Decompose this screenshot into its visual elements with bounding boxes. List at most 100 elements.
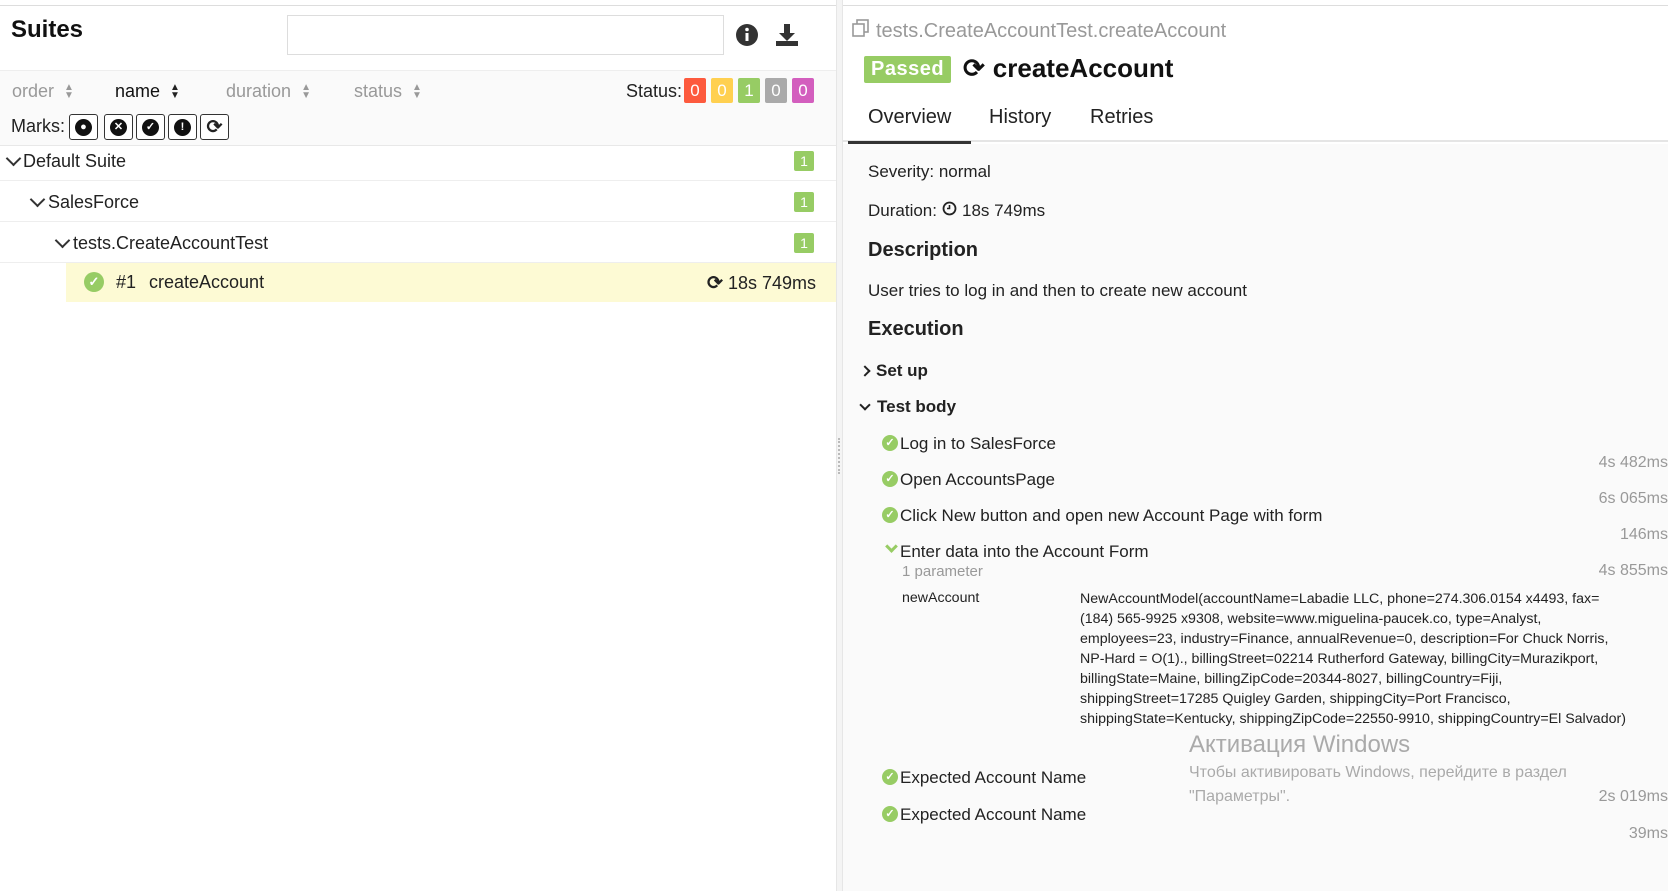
test-details-panel: tests.CreateAccountTest.createAccount Pa… [843, 6, 1668, 891]
mark-retries-toggle[interactable]: ⟳ [200, 114, 229, 140]
mark-new-broken-toggle[interactable]: ! [168, 114, 197, 140]
chevron-down-icon [859, 399, 871, 411]
test-case-row[interactable]: ✓ #1 createAccount ⟳ 18s 749ms [66, 263, 836, 302]
step-name: Expected Account Name [900, 805, 1087, 824]
step-duration: 2s 019ms [1598, 788, 1668, 805]
step-row[interactable]: ✓ Open AccountsPage 6s 065ms [843, 470, 1668, 507]
sort-name[interactable]: name ▲ ▼ [115, 81, 182, 102]
status-broken-toggle[interactable]: 0 [711, 78, 733, 103]
tree-group-salesforce[interactable]: SalesForce 1 [0, 181, 836, 222]
sort-order-label: order [12, 81, 55, 101]
status-passed-toggle[interactable]: 1 [738, 78, 760, 103]
tab-history[interactable]: History [989, 106, 1051, 129]
test-duration: ⟳ 18s 749ms [707, 272, 816, 295]
search-input[interactable] [287, 15, 724, 55]
clock-icon [942, 201, 957, 221]
sort-order[interactable]: order ▲ ▼ [12, 81, 76, 102]
step-name: Expected Account Name [900, 768, 1087, 787]
sort-name-label: name [115, 81, 161, 101]
test-uid-text: tests.CreateAccountTest.createAccount [876, 19, 1227, 42]
tab-overview[interactable]: Overview [847, 106, 972, 144]
check-icon: ✓ [84, 272, 104, 292]
test-title-text: createAccount [992, 53, 1174, 83]
mark-flaky-toggle[interactable]: ● [69, 114, 98, 140]
step-name: Click New button and open new Account Pa… [900, 506, 1323, 525]
status-badge: Passed [864, 56, 952, 83]
test-number: #1 [116, 272, 137, 292]
parameter-count: 1 parameter [902, 563, 983, 580]
bomb-icon: ● [75, 118, 92, 136]
retry-icon: ⟳ [206, 116, 223, 138]
info-icon[interactable] [734, 22, 760, 48]
copy-icon[interactable] [852, 19, 870, 43]
step-name: Open AccountsPage [900, 470, 1056, 489]
sort-toolbar: order ▲ ▼ name ▲ ▼ duration ▲ ▼ status ▲ ▼ S… [0, 70, 836, 146]
sort-arrows-icon: ▲ ▼ [301, 81, 311, 101]
marks-label: Marks: [11, 116, 65, 136]
sort-arrows-icon: ▲ ▼ [170, 81, 180, 101]
detail-tabs: Overview History Retries [843, 98, 1668, 144]
sort-arrows-icon: ▲ ▼ [412, 81, 422, 101]
test-name: createAccount [149, 272, 265, 292]
chevron-right-icon [859, 365, 871, 377]
check-icon: ✓ [882, 806, 898, 822]
sort-status-label: status [354, 81, 403, 101]
testbody-label: Test body [877, 397, 957, 416]
suites-panel: Suites order ▲ ▼ name ▲ ▼ duration ▲ ▼ stat… [0, 6, 836, 891]
severity-text: Severity: normal [868, 162, 991, 181]
mark-new-failed-toggle[interactable]: ✕ [104, 114, 133, 140]
status-failed-toggle[interactable]: 0 [684, 78, 706, 103]
description-heading: Description [868, 239, 979, 261]
chevron-down-icon [54, 232, 71, 249]
setup-toggle[interactable]: Set up [859, 361, 928, 381]
step-row[interactable]: ✓ Click New button and open new Account … [843, 506, 1668, 543]
tree-group-default-suite[interactable]: Default Suite 1 [0, 140, 836, 181]
tab-retries[interactable]: Retries [1090, 106, 1153, 129]
step-name: Log in to SalesForce [900, 434, 1056, 453]
check-icon: ✓ [882, 435, 898, 451]
check-icon: ✓ [882, 769, 898, 785]
mark-new-passed-toggle[interactable]: ✓ [136, 114, 165, 140]
duration-label: Duration: [868, 201, 937, 220]
chevron-down-icon [5, 150, 22, 167]
status-filter-label: Status: [626, 81, 683, 101]
step-duration: 39ms [1628, 825, 1668, 842]
check-icon: ✓ [882, 471, 898, 487]
tree-group-label: Default Suite [23, 151, 127, 171]
status-unknown-toggle[interactable]: 0 [792, 78, 814, 103]
sort-status[interactable]: status ▲ ▼ [354, 81, 424, 102]
check-icon: ✓ [882, 507, 898, 523]
tree-group-count: 1 [794, 151, 814, 171]
step-row[interactable]: ✓ Expected Account Name 39ms [843, 805, 1668, 842]
retry-icon: ⟳ [963, 53, 985, 83]
splitter-grip[interactable] [838, 438, 841, 474]
duration-value: 18s 749ms [961, 201, 1046, 220]
step-name: Enter data into the Account Form [900, 542, 1149, 561]
execution-heading: Execution [868, 318, 964, 340]
test-uid: tests.CreateAccountTest.createAccount [852, 19, 1226, 43]
test-duration-value: 18s 749ms [727, 273, 816, 293]
duration-row: Duration: 18s 749ms [868, 201, 1045, 221]
parameter-name: newAccount [902, 590, 980, 606]
sort-duration[interactable]: duration ▲ ▼ [226, 81, 313, 102]
chevron-down-icon [885, 540, 898, 553]
check-circle-icon: ✓ [142, 118, 159, 136]
close-circle-icon: ✕ [110, 118, 127, 136]
testbody-toggle[interactable]: Test body [859, 397, 957, 417]
step-row[interactable]: ✓ Log in to SalesForce 4s 482ms [843, 434, 1668, 471]
parameter-value: NewAccountModel(accountName=Labadie LLC,… [1080, 591, 1626, 727]
windows-activation-text: "Параметры". [1189, 788, 1291, 805]
chevron-down-icon [29, 191, 46, 208]
tree-group-label: SalesForce [48, 192, 140, 212]
tree-group-createaccounttest[interactable]: tests.CreateAccountTest 1 [0, 222, 836, 263]
setup-label: Set up [876, 361, 928, 380]
windows-activation-title: Активация Windows [1189, 731, 1411, 758]
retry-icon: ⟳ [707, 273, 723, 294]
tree-group-count: 1 [794, 233, 814, 253]
windows-activation-text: Чтобы активировать Windows, перейдите в … [1189, 764, 1567, 781]
test-title: ⟳ createAccount [963, 53, 1173, 84]
tree-group-count: 1 [794, 192, 814, 212]
download-icon[interactable] [774, 22, 800, 48]
sort-duration-label: duration [226, 81, 292, 101]
status-skipped-toggle[interactable]: 0 [765, 78, 787, 103]
